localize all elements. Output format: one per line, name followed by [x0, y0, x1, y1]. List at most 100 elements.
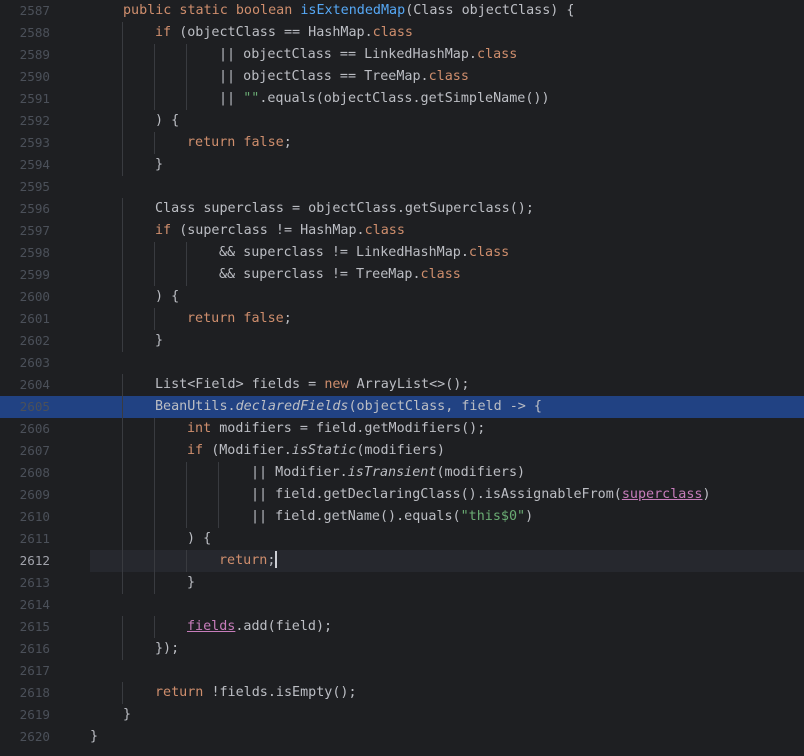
code-area[interactable]: if (objectClass == HashMap.class — [90, 22, 804, 44]
code-area[interactable] — [90, 660, 804, 682]
code-token: || objectClass == TreeMap. — [219, 69, 429, 84]
code-line[interactable]: 2598 && superclass != LinkedHashMap.class — [0, 242, 804, 264]
code-line[interactable]: 2620} — [0, 726, 804, 748]
code-token: } — [187, 575, 196, 590]
code-token: ; — [267, 553, 276, 568]
code-area[interactable]: || field.getDeclaringClass().isAssignabl… — [90, 484, 804, 506]
code-line[interactable]: 2609 || field.getDeclaringClass().isAssig… — [0, 484, 804, 506]
code-line[interactable]: 2587 public static boolean isExtendedMap(… — [0, 0, 804, 22]
line-number: 2620 — [19, 729, 50, 744]
code-line[interactable]: 2618 return !fields.isEmpty(); — [0, 682, 804, 704]
code-area[interactable]: ) { — [90, 110, 804, 132]
code-area[interactable]: || objectClass == TreeMap.class — [90, 66, 804, 88]
code-line[interactable]: 2619} — [0, 704, 804, 726]
code-area[interactable]: ) { — [90, 286, 804, 308]
code-area[interactable]: public static boolean isExtendedMap(Clas… — [90, 0, 804, 22]
code-area[interactable]: || objectClass == LinkedHashMap.class — [90, 44, 804, 66]
code-token: "this$0" — [460, 509, 526, 524]
code-editor[interactable]: 2587 public static boolean isExtendedMap(… — [0, 0, 804, 756]
code-text: if (objectClass == HashMap.class — [155, 22, 413, 44]
indent-guide — [122, 418, 123, 440]
code-line[interactable]: 2610 || field.getName().equals("this$0") — [0, 506, 804, 528]
code-area[interactable]: BeanUtils.declaredFields(objectClass, fi… — [90, 396, 804, 418]
code-token: (Class objectClass) { — [405, 3, 575, 18]
line-number: 2613 — [19, 575, 50, 590]
indent-guide — [122, 374, 123, 396]
code-line[interactable]: 2591 || "".equals(objectClass.getSimpleNa… — [0, 88, 804, 110]
line-number: 2607 — [19, 443, 50, 458]
code-text: } — [90, 726, 98, 748]
line-number: 2617 — [19, 663, 50, 678]
code-line[interactable]: 2590 || objectClass == TreeMap.class — [0, 66, 804, 88]
code-area[interactable]: && superclass != TreeMap.class — [90, 264, 804, 286]
indent-guide — [122, 638, 123, 660]
code-line[interactable]: 2604 List<Field> fields = new ArrayList<>… — [0, 374, 804, 396]
code-text: return false; — [187, 308, 292, 330]
code-area[interactable]: && superclass != LinkedHashMap.class — [90, 242, 804, 264]
code-line[interactable]: 2593 return false; — [0, 132, 804, 154]
code-line[interactable]: 2614 — [0, 594, 804, 616]
code-line[interactable]: 2601 return false; — [0, 308, 804, 330]
code-area[interactable]: return false; — [90, 132, 804, 154]
code-area[interactable]: return false; — [90, 308, 804, 330]
code-line[interactable]: 2611) { — [0, 528, 804, 550]
code-area[interactable]: return !fields.isEmpty(); — [90, 682, 804, 704]
code-token: ) — [525, 509, 534, 524]
code-line[interactable]: 2605 BeanUtils.declaredFields(objectClass… — [0, 396, 804, 418]
code-area[interactable]: } — [90, 154, 804, 176]
code-area[interactable]: Class superclass = objectClass.getSuperc… — [90, 198, 804, 220]
indent-guide — [122, 462, 123, 484]
code-area[interactable]: if (Modifier.isStatic(modifiers) — [90, 440, 804, 462]
code-area[interactable]: } — [90, 572, 804, 594]
code-line[interactable]: 2589 || objectClass == LinkedHashMap.clas… — [0, 44, 804, 66]
code-line[interactable]: 2615 fields.add(field); — [0, 616, 804, 638]
code-line[interactable]: 2606 int modifiers = field.getModifiers()… — [0, 418, 804, 440]
code-token: .add(field); — [235, 619, 333, 634]
code-area[interactable]: } — [90, 726, 804, 748]
code-line[interactable]: 2608 || Modifier.isTransient(modifiers) — [0, 462, 804, 484]
code-token: new — [324, 377, 357, 392]
code-line[interactable]: 2612 return; — [0, 550, 804, 572]
code-area[interactable]: } — [90, 330, 804, 352]
code-line[interactable]: 2596 Class superclass = objectClass.getSu… — [0, 198, 804, 220]
code-line[interactable]: 2597 if (superclass != HashMap.class — [0, 220, 804, 242]
code-text: }); — [155, 638, 179, 660]
code-area[interactable]: return; — [90, 550, 804, 572]
code-area[interactable]: ) { — [90, 528, 804, 550]
code-line[interactable]: 2613} — [0, 572, 804, 594]
code-line[interactable]: 2602} — [0, 330, 804, 352]
code-line[interactable]: 2599 && superclass != TreeMap.class — [0, 264, 804, 286]
code-token: superclass — [621, 487, 703, 502]
code-area[interactable]: } — [90, 704, 804, 726]
code-line[interactable]: 2592) { — [0, 110, 804, 132]
code-line[interactable]: 2616}); — [0, 638, 804, 660]
line-number: 2616 — [19, 641, 50, 656]
code-area[interactable]: fields.add(field); — [90, 616, 804, 638]
code-line[interactable]: 2600) { — [0, 286, 804, 308]
code-area[interactable]: || "".equals(objectClass.getSimpleName()… — [90, 88, 804, 110]
code-line[interactable]: 2603 — [0, 352, 804, 374]
indent-guide — [122, 154, 123, 176]
code-area[interactable]: || field.getName().equals("this$0") — [90, 506, 804, 528]
code-area[interactable] — [90, 176, 804, 198]
code-area[interactable]: List<Field> fields = new ArrayList<>(); — [90, 374, 804, 396]
code-area[interactable]: || Modifier.isTransient(modifiers) — [90, 462, 804, 484]
code-line[interactable]: 2588 if (objectClass == HashMap.class — [0, 22, 804, 44]
code-token: public static boolean — [123, 3, 301, 18]
code-line[interactable]: 2594} — [0, 154, 804, 176]
code-token: isTransient — [347, 465, 437, 480]
code-area[interactable]: }); — [90, 638, 804, 660]
code-area[interactable]: if (superclass != HashMap.class — [90, 220, 804, 242]
code-token: if — [187, 443, 212, 458]
code-area[interactable]: int modifiers = field.getModifiers(); — [90, 418, 804, 440]
code-text: fields.add(field); — [187, 616, 332, 638]
indent-guide — [154, 572, 155, 594]
indent-guide — [154, 462, 155, 484]
line-number: 2615 — [19, 619, 50, 634]
code-line[interactable]: 2607 if (Modifier.isStatic(modifiers) — [0, 440, 804, 462]
code-area[interactable] — [90, 352, 804, 374]
code-area[interactable] — [90, 594, 804, 616]
code-line[interactable]: 2595 — [0, 176, 804, 198]
code-line[interactable]: 2617 — [0, 660, 804, 682]
code-token: } — [155, 333, 164, 348]
